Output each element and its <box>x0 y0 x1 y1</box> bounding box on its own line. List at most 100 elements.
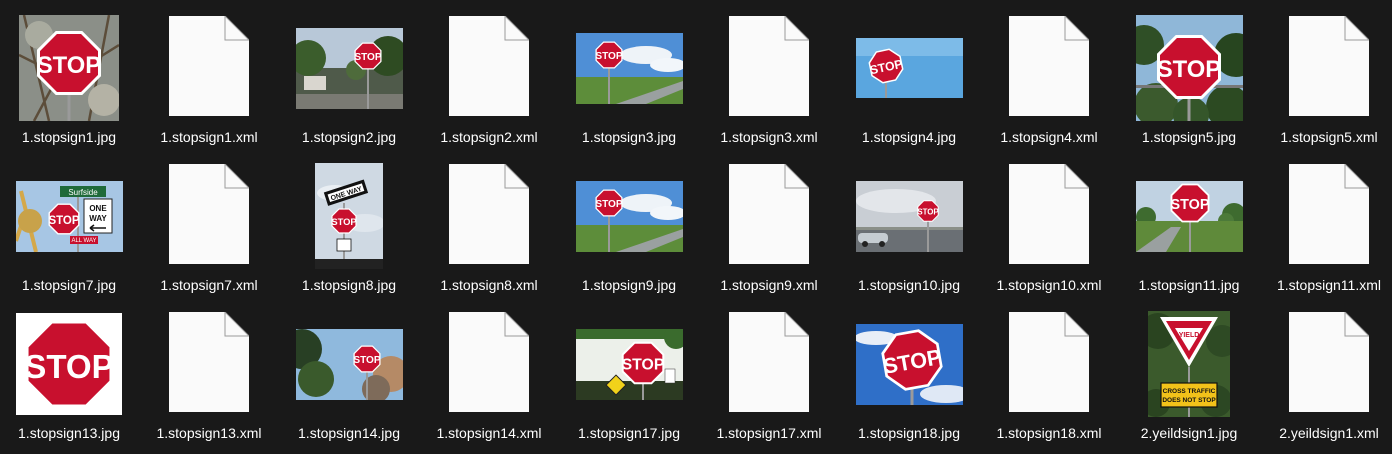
file-name-label: 1.stopsign8.jpg <box>301 277 397 293</box>
file-name-label: 1.stopsign18.xml <box>996 425 1102 441</box>
document-icon <box>699 306 839 424</box>
file-name-label: 1.stopsign10.xml <box>996 277 1102 293</box>
file-name-label: 1.stopsign11.jpg <box>1138 277 1240 293</box>
svg-text:STOP: STOP <box>595 199 623 210</box>
svg-text:STOP: STOP <box>353 355 381 366</box>
file-name-label: 1.stopsign14.jpg <box>298 425 400 441</box>
xml-file-item[interactable]: 2.yeildsign1.xml <box>1259 306 1392 454</box>
file-name-label: 1.stopsign14.xml <box>436 425 542 441</box>
document-icon <box>979 10 1119 128</box>
document-icon <box>139 306 279 424</box>
document-icon <box>419 10 559 128</box>
xml-file-item[interactable]: 1.stopsign18.xml <box>979 306 1119 454</box>
image-thumbnail: STOP <box>0 306 139 424</box>
file-name-label: 1.stopsign7.xml <box>160 277 258 293</box>
image-file-item[interactable]: STOP 1.stopsign4.jpg <box>839 10 979 158</box>
xml-file-item[interactable]: 1.stopsign10.xml <box>979 158 1119 306</box>
document-icon <box>699 158 839 276</box>
image-file-item[interactable]: STOP 1.stopsign2.jpg <box>279 10 419 158</box>
image-thumbnail: YIELD CROSS TRAFFIC DOES NOT STOP <box>1119 306 1259 424</box>
xml-file-item[interactable]: 1.stopsign9.xml <box>699 158 839 306</box>
image-thumbnail: STOP <box>1119 10 1259 128</box>
image-file-item[interactable]: STOP 1.stopsign1.jpg <box>0 10 139 158</box>
image-thumbnail: Surfside ONE WAY STOP ALL WAY <box>0 158 139 276</box>
svg-text:ONE: ONE <box>89 204 107 213</box>
image-file-item[interactable]: STOP 1.stopsign10.jpg <box>839 158 979 306</box>
file-name-label: 1.stopsign18.jpg <box>858 425 960 441</box>
xml-file-item[interactable]: 1.stopsign13.xml <box>139 306 279 454</box>
document-icon <box>1259 158 1392 276</box>
xml-file-item[interactable]: 1.stopsign3.xml <box>699 10 839 158</box>
image-file-item[interactable]: STOP 1.stopsign17.jpg <box>559 306 699 454</box>
svg-text:CROSS TRAFFIC: CROSS TRAFFIC <box>1163 388 1216 395</box>
document-icon <box>419 306 559 424</box>
document-icon <box>979 158 1119 276</box>
document-icon <box>139 158 279 276</box>
svg-text:YIELD: YIELD <box>1179 332 1200 339</box>
file-grid: STOP 1.stopsign1.jpg 1.stopsign1.xml STOP… <box>0 0 1392 452</box>
image-thumbnail: STOP <box>839 10 979 128</box>
image-file-item[interactable]: YIELD CROSS TRAFFIC DOES NOT STOP 2.yeild… <box>1119 306 1259 454</box>
xml-file-item[interactable]: 1.stopsign17.xml <box>699 306 839 454</box>
xml-file-item[interactable]: 1.stopsign1.xml <box>139 10 279 158</box>
file-name-label: 1.stopsign13.jpg <box>18 425 120 441</box>
document-icon <box>139 10 279 128</box>
file-name-label: 1.stopsign3.jpg <box>581 129 677 145</box>
svg-text:Surfside: Surfside <box>68 188 98 197</box>
file-name-label: 2.yeildsign1.xml <box>1279 425 1379 441</box>
file-name-label: 1.stopsign8.xml <box>440 277 538 293</box>
image-file-item[interactable]: STOP 1.stopsign5.jpg <box>1119 10 1259 158</box>
svg-text:STOP: STOP <box>1171 197 1210 213</box>
svg-text:WAY: WAY <box>89 214 107 223</box>
image-file-item[interactable]: STOP 1.stopsign18.jpg <box>839 306 979 454</box>
document-icon <box>1259 306 1392 424</box>
file-name-label: 1.stopsign9.xml <box>720 277 818 293</box>
file-name-label: 1.stopsign7.jpg <box>21 277 117 293</box>
svg-text:STOP: STOP <box>48 215 79 227</box>
image-file-item[interactable]: STOP 1.stopsign13.jpg <box>0 306 139 454</box>
image-thumbnail: STOP <box>559 306 699 424</box>
image-thumbnail: STOP <box>839 306 979 424</box>
svg-text:STOP: STOP <box>37 52 101 79</box>
document-icon <box>419 158 559 276</box>
image-file-item[interactable]: STOP 1.stopsign14.jpg <box>279 306 419 454</box>
file-name-label: 1.stopsign3.xml <box>720 129 818 145</box>
file-name-label: 1.stopsign9.jpg <box>581 277 677 293</box>
image-file-item[interactable]: STOP 1.stopsign3.jpg <box>559 10 699 158</box>
file-name-label: 1.stopsign17.xml <box>716 425 822 441</box>
image-file-item[interactable]: STOP 1.stopsign11.jpg <box>1119 158 1259 306</box>
image-thumbnail: STOP <box>839 158 979 276</box>
image-thumbnail: ONE WAY STOP <box>279 158 419 276</box>
file-name-label: 1.stopsign2.xml <box>440 129 538 145</box>
file-name-label: 1.stopsign13.xml <box>156 425 262 441</box>
file-name-label: 1.stopsign1.jpg <box>21 129 117 145</box>
xml-file-item[interactable]: 1.stopsign7.xml <box>139 158 279 306</box>
xml-file-item[interactable]: 1.stopsign11.xml <box>1259 158 1392 306</box>
document-icon <box>1259 10 1392 128</box>
svg-text:ALL WAY: ALL WAY <box>71 238 96 244</box>
image-thumbnail: STOP <box>0 10 139 128</box>
xml-file-item[interactable]: 1.stopsign8.xml <box>419 158 559 306</box>
image-thumbnail: STOP <box>559 10 699 128</box>
xml-file-item[interactable]: 1.stopsign2.xml <box>419 10 559 158</box>
svg-text:STOP: STOP <box>354 52 382 63</box>
image-file-item[interactable]: Surfside ONE WAY STOP ALL WAY 1.stopsign7… <box>0 158 139 306</box>
file-name-label: 1.stopsign4.xml <box>1000 129 1098 145</box>
image-file-item[interactable]: STOP 1.stopsign9.jpg <box>559 158 699 306</box>
image-thumbnail: STOP <box>559 158 699 276</box>
file-name-label: 1.stopsign4.jpg <box>861 129 957 145</box>
image-thumbnail: STOP <box>1119 158 1259 276</box>
file-name-label: 1.stopsign5.jpg <box>1141 129 1237 145</box>
image-file-item[interactable]: ONE WAY STOP 1.stopsign8.jpg <box>279 158 419 306</box>
document-icon <box>699 10 839 128</box>
svg-text:STOP: STOP <box>917 207 938 216</box>
svg-text:STOP: STOP <box>331 216 356 227</box>
file-name-label: 1.stopsign1.xml <box>160 129 258 145</box>
svg-text:STOP: STOP <box>622 357 665 374</box>
xml-file-item[interactable]: 1.stopsign14.xml <box>419 306 559 454</box>
image-thumbnail: STOP <box>279 10 419 128</box>
image-thumbnail: STOP <box>279 306 419 424</box>
file-name-label: 1.stopsign11.xml <box>1276 277 1381 293</box>
xml-file-item[interactable]: 1.stopsign5.xml <box>1259 10 1392 158</box>
xml-file-item[interactable]: 1.stopsign4.xml <box>979 10 1119 158</box>
